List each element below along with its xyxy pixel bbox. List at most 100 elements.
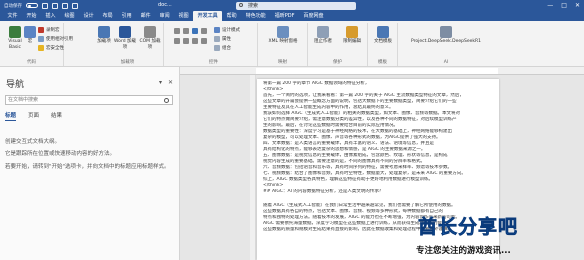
group-addins: 加载项 Word 加载项 COM 加载项 加载项 [92, 23, 164, 66]
deepseek-button[interactable]: Project.DeepSeek.DeepSeekR1 [400, 26, 492, 45]
checkbox-icon[interactable] [192, 28, 198, 34]
legacy-tools-icon[interactable] [201, 38, 207, 44]
macro-security-button[interactable]: 宏安全性 [38, 45, 64, 51]
vertical-ruler[interactable] [250, 75, 256, 260]
tab-file[interactable]: 文件 [3, 11, 22, 21]
tab-view[interactable]: 视图 [174, 11, 193, 21]
document-line: 随着 AIGC（生成式人工智能）在我们日常生活中越来越常见，我们也需要了解它所使… [263, 203, 456, 208]
group-controls-label: 控件 [209, 60, 218, 65]
group-mapping-label: 映射 [278, 60, 287, 65]
document-line: 五、图像数据：是视觉信息的主要载体，由像素组成，包含颜色、纹理、形状等信息，是构… [263, 153, 448, 158]
properties-button[interactable]: 属性 [214, 36, 231, 42]
com-addins-label: COM 加载项 [139, 39, 161, 50]
tab-developer[interactable]: 开发工具 [193, 11, 223, 21]
control-icons-row-2 [174, 38, 207, 44]
horizontal-ruler[interactable] [180, 67, 584, 75]
word-addins-label: Word 加载项 [114, 39, 136, 50]
tab-review[interactable]: 审阅 [155, 11, 174, 21]
repeating-section-icon[interactable] [192, 38, 198, 44]
tab-references[interactable]: 引用 [117, 11, 136, 21]
record-icon [38, 27, 44, 33]
undo-icon[interactable] [52, 2, 58, 9]
title-search-box[interactable]: 搜索 [236, 1, 356, 10]
design-mode-icon [214, 27, 220, 33]
group-templates-label: 模板 [378, 60, 387, 65]
word-addins-button[interactable]: Word 加载项 [114, 26, 136, 50]
nav-search-placeholder: 在文档中搜索 [8, 97, 39, 103]
group-addins-label: 加载项 [120, 60, 135, 65]
design-mode-button[interactable]: 设计模式 [214, 27, 240, 33]
close-button[interactable]: ✕ [575, 2, 580, 9]
tab-headings[interactable]: 标题 [5, 111, 17, 121]
tab-layout[interactable]: 布局 [98, 11, 117, 21]
autosave-toggle[interactable] [26, 3, 38, 8]
com-addins-icon [144, 26, 156, 38]
relative-reference-button[interactable]: 使用相对引用 [38, 36, 73, 42]
tab-help[interactable]: 帮助 [222, 11, 241, 21]
redo-icon[interactable] [62, 2, 68, 9]
addins-button[interactable]: 加载项 [94, 26, 114, 45]
addins-label: 加载项 [97, 39, 111, 44]
document-line: 数据类型的重要性：深度学习是基于神经网络的技术，在大数据的基础上，神经网络能够构… [263, 129, 452, 134]
group-protect: 阻止作者 限制编辑 保护 [308, 23, 368, 66]
block-authors-label: 阻止作者 [314, 39, 332, 44]
word-addins-icon [119, 26, 131, 38]
watermark-subtitle: 专注您关注的游戏资讯... [416, 246, 511, 256]
minimize-button[interactable]: — [547, 2, 553, 9]
tab-design[interactable]: 设计 [79, 11, 98, 21]
group-protect-label: 保护 [333, 60, 342, 65]
tab-features[interactable]: 特色功能 [241, 11, 270, 21]
tab-pages[interactable]: 页面 [28, 111, 39, 121]
tab-draw[interactable]: 绘图 [60, 11, 79, 21]
customize-icon[interactable] [72, 2, 78, 9]
chevron-down-icon[interactable]: ▾ [159, 79, 162, 86]
group-icon [214, 45, 220, 51]
block-authors-button[interactable]: 阻止作者 [310, 26, 336, 45]
maximize-button[interactable]: □ [561, 2, 567, 9]
tab-home[interactable]: 开始 [22, 11, 41, 21]
document-name[interactable]: doc... [158, 0, 172, 11]
tab-mailings[interactable]: 邮件 [136, 11, 155, 21]
save-icon[interactable] [42, 2, 48, 9]
document-line: 将第一篇 200 字的章节 AIGC 数据领域的特征分析， [263, 81, 370, 86]
document-line: 生的影响。最后，在讨论这些数据时需要结合目前的实际应用情况。 [263, 123, 398, 128]
plain-text-icon[interactable] [183, 28, 189, 34]
tab-results[interactable]: 结果 [51, 111, 62, 121]
text-control-icon[interactable] [174, 28, 180, 34]
group-control-button[interactable]: 组合 [214, 45, 231, 51]
xml-mapping-icon [277, 26, 289, 38]
dropdown-list-icon[interactable] [174, 38, 180, 44]
quick-access-toolbar: 自动保存 [0, 0, 140, 11]
close-icon[interactable]: ✕ [168, 79, 173, 86]
document-line: 首先，一个简约的选项，让我来看看：第一篇 200 字的关于 AIGC 主流数据类… [263, 93, 464, 98]
warning-icon [38, 45, 44, 51]
macros-button[interactable]: 宏 [24, 26, 36, 45]
title-bar: 自动保存 doc... 搜索 — □ ✕ [0, 0, 584, 11]
group-ai: Project.DeepSeek.DeepSeekR1 AI [398, 23, 494, 66]
tab-baidu-netdisk[interactable]: 百度网盘 [299, 11, 328, 21]
document-line: 它们的特点做简要介绍，需注意数据分类的差异性，以及各种不同的数据特征，对后续模型… [263, 117, 457, 122]
restrict-editing-button[interactable]: 限制编辑 [338, 26, 366, 45]
nav-search-input[interactable]: 在文档中搜索 [5, 95, 173, 105]
document-line: 六、音频数据：包括语音和音乐等，具有时间序列的特征，需要考虑采样率、频谱等技术参… [263, 165, 452, 170]
document-line: </think> [263, 183, 284, 188]
document-line: ## AIGC：AI 的内容数据特征分析，还是人类文明的传承？ [263, 189, 384, 194]
xml-mapping-button[interactable]: XML 映射窗格 [260, 26, 306, 45]
search-icon [239, 3, 243, 7]
window-controls: — □ ✕ [547, 0, 580, 11]
vb-editor-icon [9, 26, 21, 38]
ribbon-tabs: 文件 开始 插入 绘图 设计 布局 引用 邮件 审阅 视图 开发工具 帮助 特色… [0, 11, 584, 21]
tab-insert[interactable]: 插入 [41, 11, 60, 21]
date-picker-icon[interactable] [183, 38, 189, 44]
document-line: 七、视频数据：结合了图像和音频，具有时空特性，数据量大，处理复杂，是未来 AIG… [263, 171, 466, 176]
combo-box-icon[interactable] [201, 28, 207, 34]
document-line: 视觉内容生成的重要基础。需要注意的是，不同的图像具有不同的分辨率和格式。 [263, 159, 425, 164]
nav-title: 导航 [6, 80, 25, 90]
control-icons-row-1 [174, 28, 207, 34]
navigation-pane: 导航 ▾ ✕ 在文档中搜索 标题 页面 结果 创建交互式文档大纲。 它是跟踪所在… [0, 67, 180, 260]
tab-foxit-pdf[interactable]: 福昕PDF [270, 11, 299, 21]
com-addins-button[interactable]: COM 加载项 [138, 26, 162, 50]
nav-tabs: 标题 页面 结果 [5, 111, 62, 121]
document-template-button[interactable]: 文档模板 [370, 26, 396, 45]
record-macro-button[interactable]: 录制宏 [38, 27, 60, 33]
